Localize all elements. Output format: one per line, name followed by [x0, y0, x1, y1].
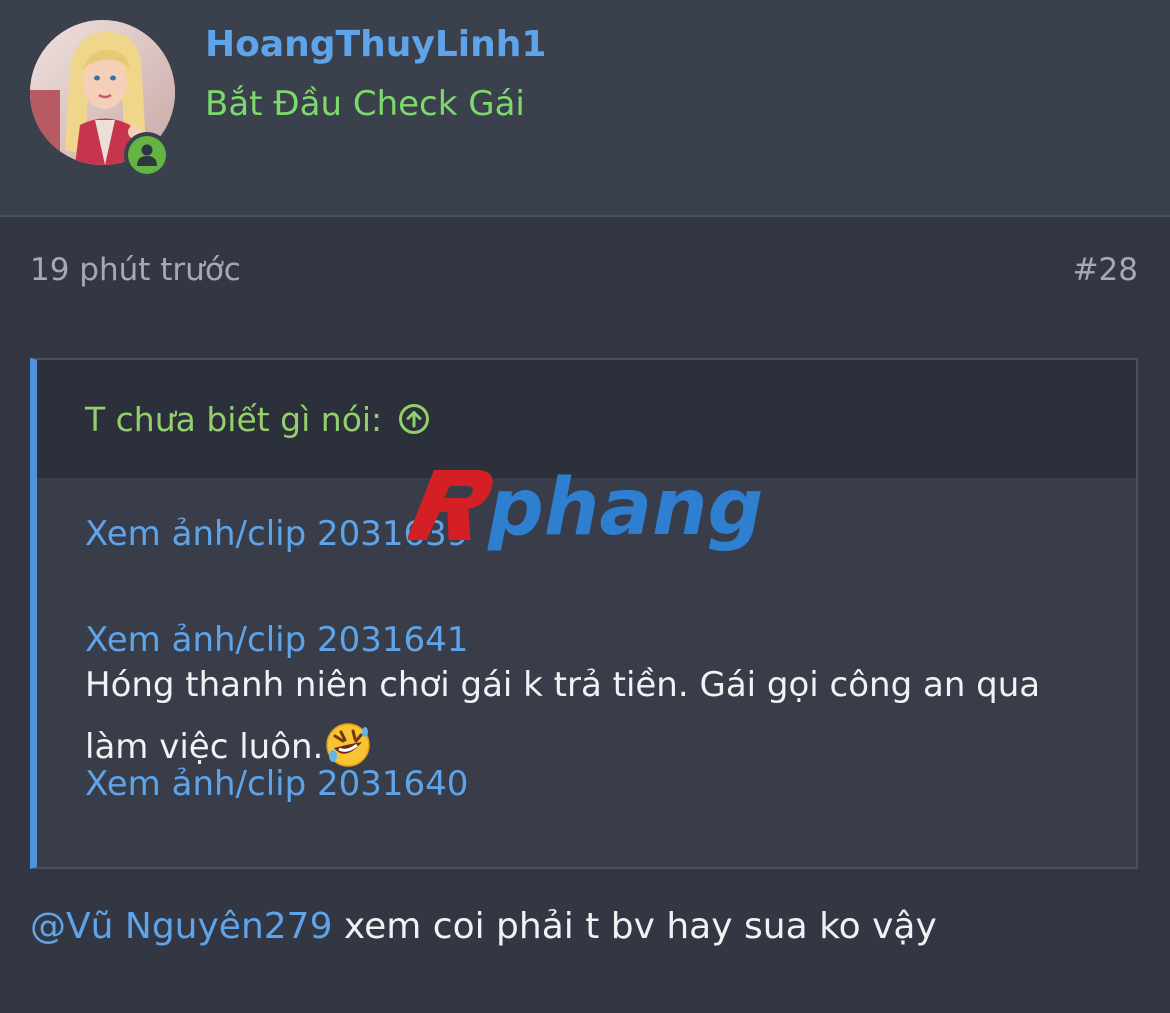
arrow-up-circle-icon[interactable]	[398, 403, 430, 435]
quote-author: T chưa biết gì nói:	[85, 399, 383, 439]
post-author-header: HoangThuyLinh1 Bắt Đầu Check Gái	[0, 0, 1170, 217]
post-number-link[interactable]: #28	[1073, 252, 1138, 288]
watermark-logo: phang	[408, 463, 763, 552]
quote-text-line: làm việc luôn.	[85, 727, 324, 767]
quote-text-line: Hóng thanh niên chơi gái k trả tiền. Gái…	[85, 665, 1041, 705]
author-username[interactable]: HoangThuyLinh1	[205, 24, 546, 65]
author-title: Bắt Đầu Check Gái	[205, 84, 525, 124]
post-page: HoangThuyLinh1 Bắt Đầu Check Gái 19 phút…	[0, 0, 1170, 1013]
post-timestamp: 19 phút trước	[30, 252, 241, 288]
quote-text: Hóng thanh niên chơi gái k trả tiền. Gái…	[85, 654, 1096, 778]
post-reply: @Vũ Nguyên279 xem coi phải t bv hay sua …	[30, 906, 937, 947]
watermark-text: phang	[487, 463, 763, 552]
user-mention-link[interactable]: @Vũ Nguyên279	[30, 906, 332, 947]
reply-text: xem coi phải t bv hay sua ko vậy	[332, 906, 937, 947]
media-link[interactable]: Xem ảnh/clip 2031640	[85, 764, 1096, 804]
author-avatar-wrapper[interactable]	[30, 20, 175, 178]
online-person-icon	[128, 136, 166, 174]
quote-block: T chưa biết gì nói: Xem ảnh/clip 2031639…	[30, 358, 1138, 869]
online-status-badge	[124, 132, 170, 178]
quote-header: T chưa biết gì nói:	[37, 360, 1136, 478]
rolling-on-floor-laughing-emoji	[326, 722, 371, 767]
